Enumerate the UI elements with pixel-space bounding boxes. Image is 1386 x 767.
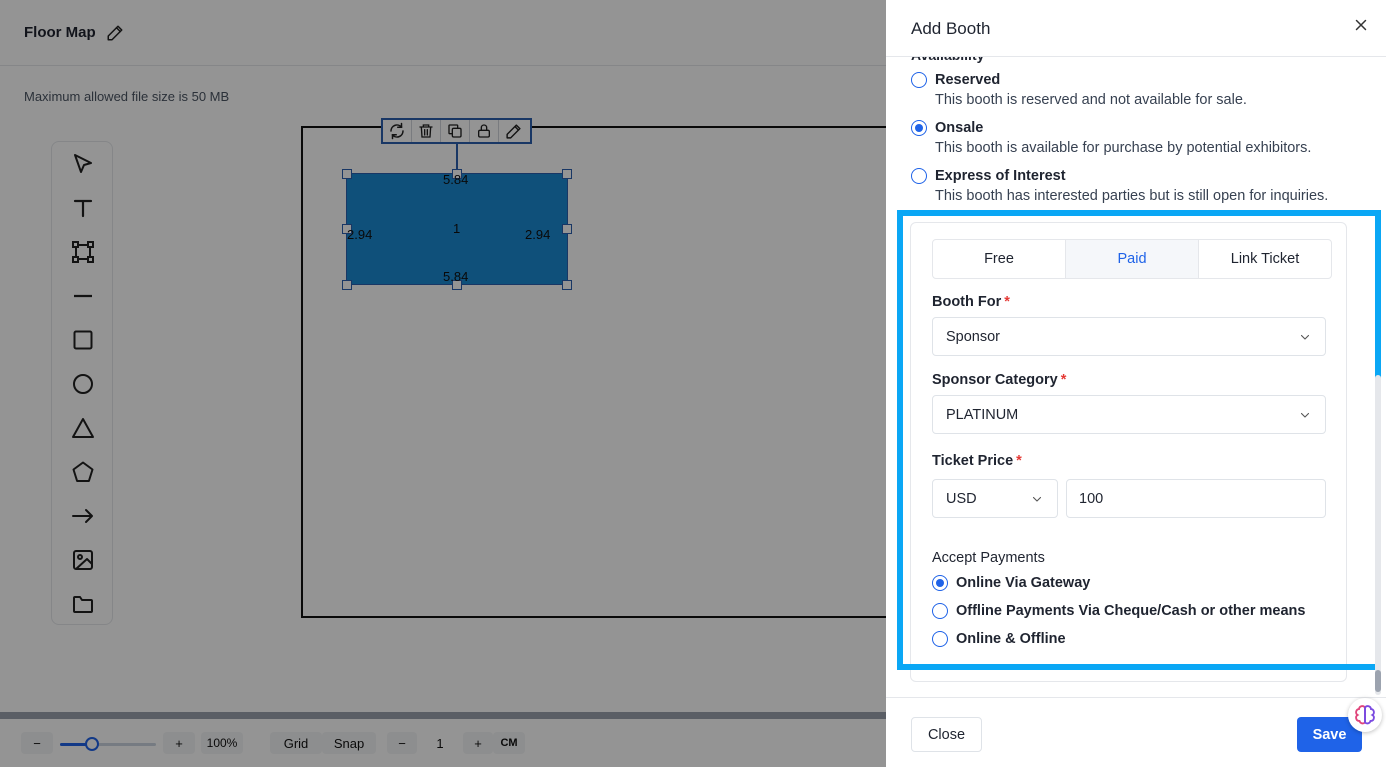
required-marker: *: [1016, 453, 1022, 469]
tab-paid[interactable]: Paid: [1066, 240, 1199, 278]
chevron-down-icon: [1300, 412, 1310, 418]
assistant-button[interactable]: [1348, 698, 1382, 732]
radio-reserved[interactable]: [911, 72, 927, 88]
radio-express-of-interest[interactable]: [911, 168, 927, 184]
brain-icon: [1355, 705, 1375, 725]
option-online-and-offline: Online & Offline: [956, 631, 1066, 647]
option-express-desc: This booth has interested parties but is…: [935, 188, 1329, 204]
pricing-tabs: Free Paid Link Ticket: [932, 239, 1332, 279]
radio-offline-payments[interactable]: [932, 603, 948, 619]
close-button[interactable]: Close: [911, 717, 982, 752]
drawer-title: Add Booth: [911, 19, 991, 38]
radio-online-and-offline[interactable]: [932, 631, 948, 647]
booth-for-label: Booth For *: [932, 294, 1010, 310]
option-offline-payments: Offline Payments Via Cheque/Cash or othe…: [956, 603, 1306, 619]
option-online-gateway: Online Via Gateway: [956, 575, 1091, 591]
booth-for-select[interactable]: Sponsor: [932, 317, 1326, 356]
sponsor-category-select[interactable]: PLATINUM: [932, 395, 1326, 434]
option-onsale-title: Onsale: [935, 120, 984, 136]
sponsor-category-value: PLATINUM: [946, 406, 1019, 423]
currency-select[interactable]: USD: [932, 479, 1058, 518]
option-reserved-desc: This booth is reserved and not available…: [935, 92, 1247, 108]
required-marker: *: [1060, 372, 1067, 388]
radio-onsale[interactable]: [911, 120, 927, 136]
modal-backdrop[interactable]: [0, 0, 886, 767]
radio-online-gateway[interactable]: [932, 575, 948, 591]
ticket-price-input[interactable]: [1066, 479, 1326, 518]
chevron-down-icon: [1300, 334, 1310, 340]
currency-value: USD: [946, 490, 977, 507]
drawer-header: Add Booth: [886, 0, 1386, 57]
close-icon[interactable]: [1352, 16, 1370, 34]
booth-for-value: Sponsor: [946, 328, 1001, 345]
option-reserved-title: Reserved: [935, 72, 1001, 88]
option-express-title: Express of Interest: [935, 168, 1066, 184]
required-marker: *: [1004, 294, 1010, 310]
chevron-down-icon: [1032, 496, 1042, 502]
sponsor-category-label: Sponsor Category *: [932, 372, 1067, 388]
tab-link-ticket[interactable]: Link Ticket: [1199, 240, 1331, 278]
option-onsale-desc: This booth is available for purchase by …: [935, 140, 1312, 156]
drawer-footer: Close Save: [886, 697, 1386, 767]
ticket-price-label: Ticket Price *: [932, 453, 1022, 469]
drawer-scroll-thumb[interactable]: [1375, 670, 1381, 692]
drawer-scrollbar[interactable]: [1375, 375, 1381, 695]
accept-payments-label: Accept Payments: [932, 550, 1045, 566]
tab-free[interactable]: Free: [933, 240, 1066, 278]
